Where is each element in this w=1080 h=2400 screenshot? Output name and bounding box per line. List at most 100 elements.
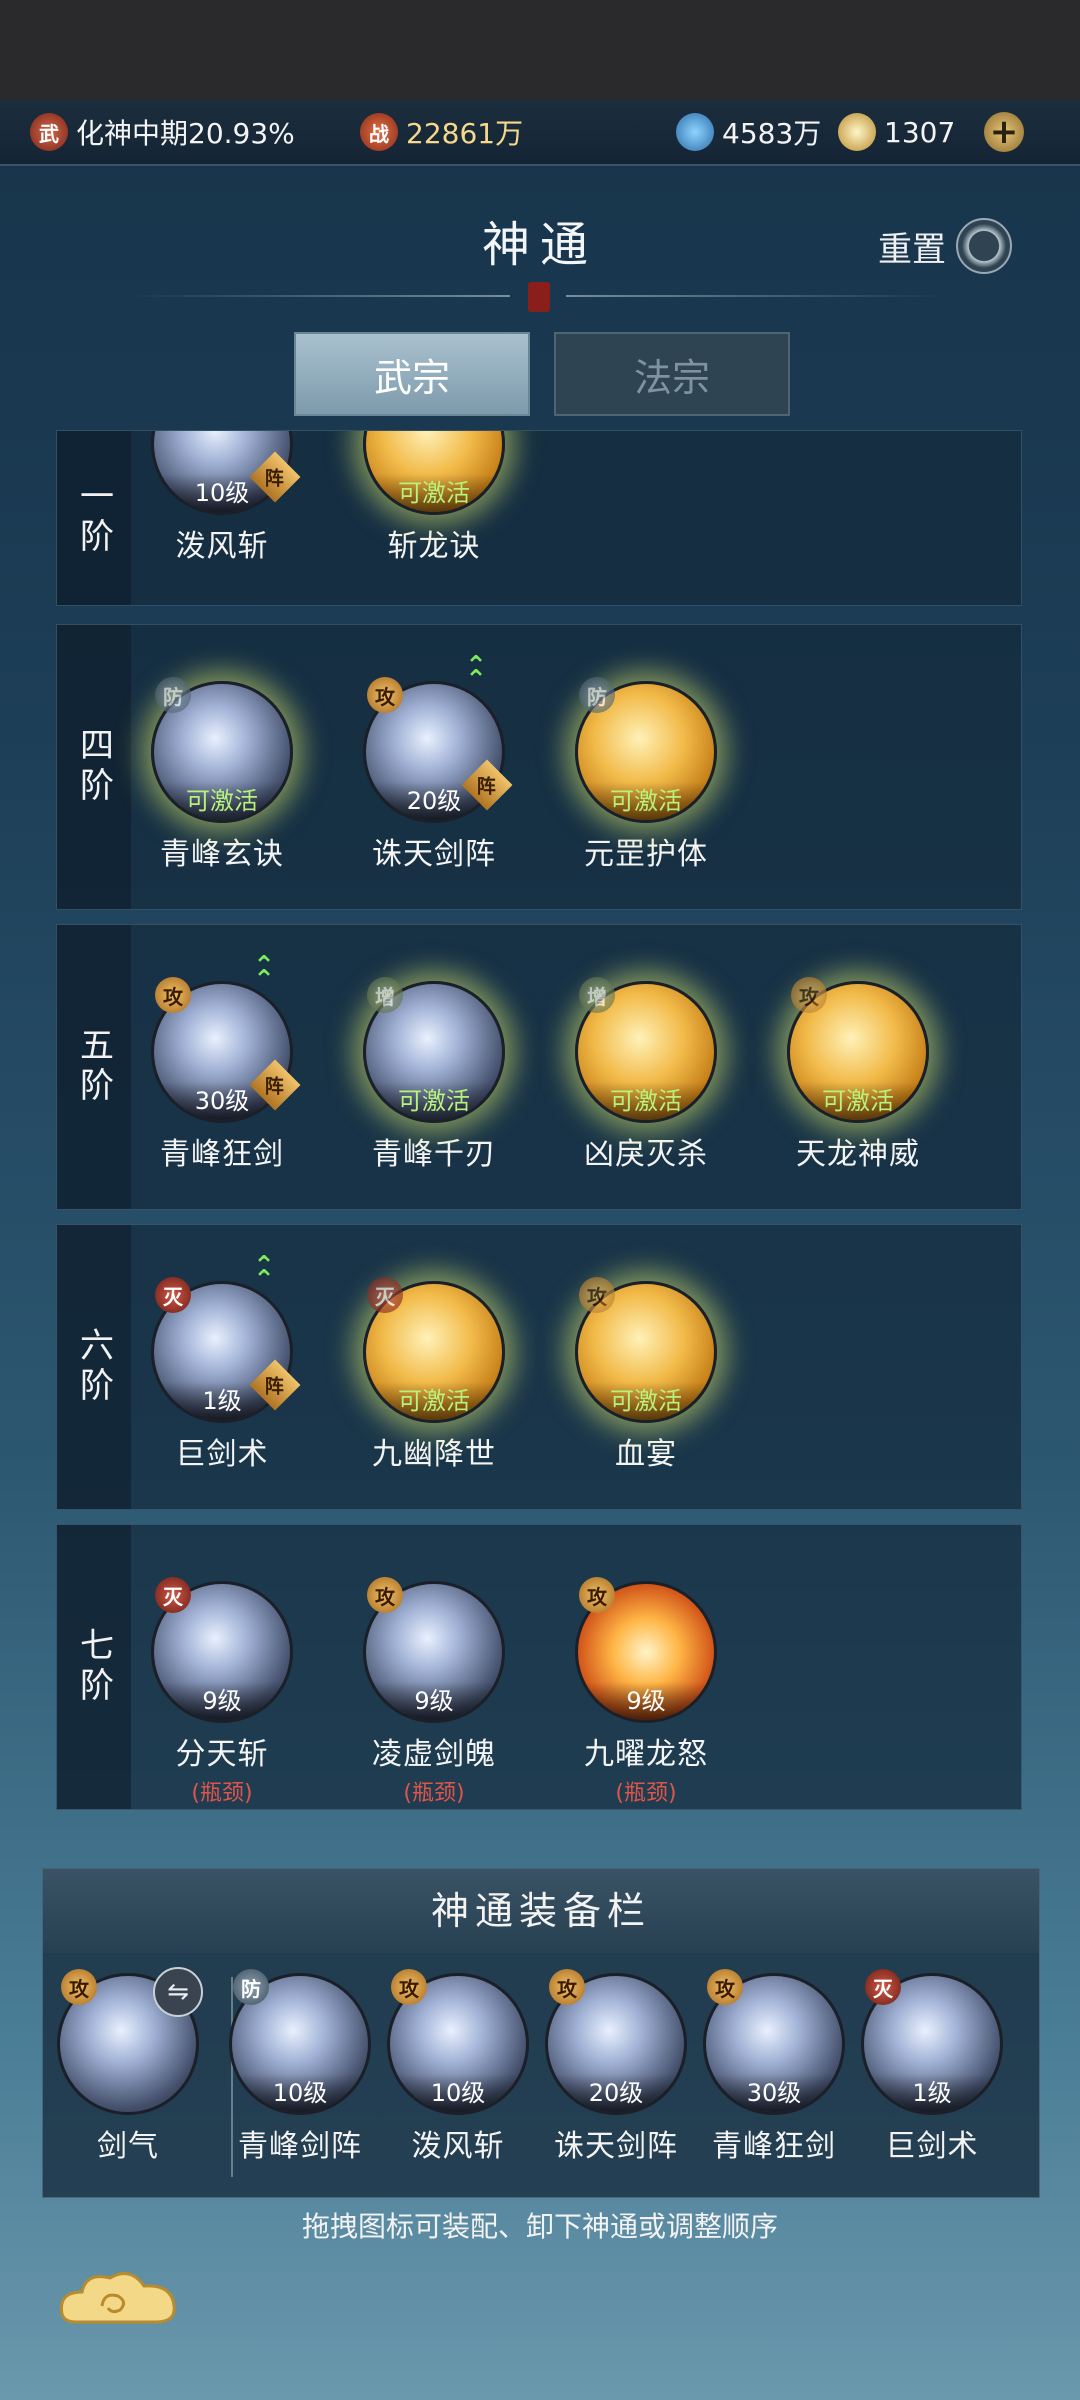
plus-icon[interactable]: + xyxy=(984,112,1024,152)
tier-label-text: 五阶 xyxy=(73,1027,114,1107)
equip-slot[interactable]: 30级 攻青峰狂剑 xyxy=(699,1969,849,2165)
tier-panel: 六阶 1级灭阵 ⌃ ⌃ 巨剑术 可激活灭九幽降世 可激活攻血宴 xyxy=(56,1224,1022,1510)
skill-type-badge: 攻 xyxy=(391,1969,427,2005)
skill-type-badge: 攻 xyxy=(61,1969,97,2005)
skill-name: 凶戾灭杀 xyxy=(584,1137,708,1172)
tier-label-text: 六阶 xyxy=(73,1327,114,1407)
equip-slot[interactable]: 10级 攻泼风斩 xyxy=(383,1969,533,2165)
martial-realm-icon: 武 xyxy=(30,113,68,151)
combat-power-display: 战 22861万 xyxy=(360,110,523,154)
skill-slot[interactable]: 可激活 防元罡护体 xyxy=(571,677,721,873)
skill-slot[interactable]: 可激活 防青峰玄诀 xyxy=(147,677,297,873)
tier-label: 五阶 xyxy=(57,925,131,1209)
skill-status: 可激活 xyxy=(366,1382,502,1420)
skill-slot[interactable]: 9级 攻九曜龙怒 (瓶颈) xyxy=(571,1577,721,1807)
skill-type-badge: 灭 xyxy=(865,1969,901,2005)
tier-label-text: 四阶 xyxy=(73,727,114,807)
skill-status: 9级 xyxy=(154,1682,290,1720)
skill-status: 9级 xyxy=(578,1682,714,1720)
skill-status: 9级 xyxy=(366,1682,502,1720)
skill-type-badge: 攻 xyxy=(579,1577,615,1613)
skill-type-badge: 防 xyxy=(579,677,615,713)
reset-button[interactable]: 重置 xyxy=(878,218,1012,274)
equipped-skill-name: 剑气 xyxy=(97,2129,159,2164)
drag-hint: 拖拽图标可装配、卸下神通或调整顺序 xyxy=(301,2210,778,2243)
skill-type-badge: 攻 xyxy=(367,1577,403,1613)
skill-type-badge: 攻 xyxy=(367,677,403,713)
equip-slot[interactable]: 攻 ⇋ 剑气 xyxy=(53,1967,203,2165)
skill-slot[interactable]: 可激活 增凶戾灭杀 xyxy=(571,977,721,1173)
tier-panel: 四阶 可激活防青峰玄诀 20级攻阵 ⌃ ⌃ 诛天剑阵 可激活 防元罡护体 xyxy=(56,624,1022,910)
skill-name: 泼风斩 xyxy=(175,529,269,564)
auspicious-cloud-icon[interactable] xyxy=(52,2262,182,2332)
reset-label[interactable]: 重置 xyxy=(878,222,946,271)
skill-slot[interactable]: 9级 攻凌虚剑魄 (瓶颈) xyxy=(359,1577,509,1807)
equipped-skill-level: 30级 xyxy=(706,2074,842,2112)
tab-fazong[interactable]: 法宗 xyxy=(554,332,790,416)
skill-type-badge: 增 xyxy=(579,977,615,1013)
skill-name: 青峰狂剑 xyxy=(160,1137,284,1172)
skill-slot[interactable]: 可激活 灭九幽降世 xyxy=(359,1277,509,1473)
skill-name: 青峰玄诀 xyxy=(160,837,284,872)
equipped-skill-name: 青峰狂剑 xyxy=(712,2129,836,2164)
spirit-crystal-icon xyxy=(676,113,714,151)
equipped-skill-level: 10级 xyxy=(390,2074,526,2112)
skill-slot[interactable]: 可激活 攻血宴 xyxy=(571,1277,721,1473)
skill-status: 可激活 xyxy=(154,782,290,820)
skill-slot[interactable]: 30级攻阵 ⌃ ⌃ 青峰狂剑 xyxy=(147,953,301,1173)
skill-status: 可激活 xyxy=(578,1082,714,1120)
add-currency-button[interactable]: + xyxy=(984,110,1024,154)
equip-slot[interactable]: 10级 防青峰剑阵 xyxy=(225,1969,375,2165)
title-divider-right xyxy=(566,295,946,297)
equipped-skill-name: 泼风斩 xyxy=(411,2129,505,2164)
tab-wuzong[interactable]: 武宗 xyxy=(294,332,530,416)
upgrade-arrow-icon: ⌃ ⌃ xyxy=(253,951,275,995)
tier-panel: 一阶 10级阵泼风斩 可激活 斩龙诀 xyxy=(56,430,1022,606)
refresh-swirl-icon[interactable] xyxy=(956,218,1012,274)
swap-icon[interactable]: ⇋ xyxy=(153,1967,203,2017)
skill-slot[interactable]: 10级阵泼风斩 xyxy=(147,431,301,565)
tier-label: 一阶 xyxy=(57,431,131,605)
resource-bar: 武 化神中期20.93% 战 22861万 4583万 1307 + xyxy=(0,100,1080,166)
bottleneck-label: (瓶颈) xyxy=(615,1781,677,1806)
skill-type-badge: 攻 xyxy=(155,977,191,1013)
equip-panel: 神通装备栏 攻 ⇋ 剑气 10级 防青峰剑阵 10级 攻泼风斩 20级 攻诛天剑阵 30级 攻青峰狂… xyxy=(42,1868,1040,2198)
title-divider-left xyxy=(130,295,510,297)
skill-status: 可激活 xyxy=(578,1382,714,1420)
skill-status: 可激活 xyxy=(366,474,502,512)
skill-name: 元罡护体 xyxy=(584,837,708,872)
equip-slot[interactable]: 1级 灭巨剑术 xyxy=(857,1969,1007,2165)
equipped-skill-name: 巨剑术 xyxy=(885,2129,979,2164)
equip-slot[interactable]: 20级 攻诛天剑阵 xyxy=(541,1969,691,2165)
skill-name: 血宴 xyxy=(615,1437,677,1472)
spirit-value: 1307 xyxy=(884,115,956,149)
crystal-display: 4583万 xyxy=(676,110,821,154)
skill-slot[interactable]: 20级攻阵 ⌃ ⌃ 诛天剑阵 xyxy=(359,653,513,873)
skill-type-badge: 攻 xyxy=(707,1969,743,2005)
skill-name: 青峰千刃 xyxy=(372,1137,496,1172)
skill-type-badge: 灭 xyxy=(155,1277,191,1313)
skill-slot[interactable]: 可激活 斩龙诀 xyxy=(359,431,509,565)
equipped-skill-name: 青峰剑阵 xyxy=(238,2129,362,2164)
formation-badge-text: 阵 xyxy=(265,467,285,490)
skill-slot[interactable]: 可激活增青峰千刃 xyxy=(359,977,509,1173)
skill-name: 诛天剑阵 xyxy=(372,837,496,872)
combat-power-value: 22861万 xyxy=(406,117,524,150)
spirit-display: 1307 xyxy=(838,110,955,154)
skill-slot[interactable]: 9级 灭分天斩 (瓶颈) xyxy=(147,1577,297,1807)
upgrade-arrow-icon: ⌃ ⌃ xyxy=(253,1251,275,1295)
equipped-skill-level: 20级 xyxy=(548,2074,684,2112)
skill-icon[interactable]: 可激活 xyxy=(363,431,505,515)
skill-status: 可激活 xyxy=(790,1082,926,1120)
skill-type-badge: 防 xyxy=(233,1969,269,2005)
skill-type-badge: 攻 xyxy=(791,977,827,1013)
skill-slot[interactable]: 可激活 攻天龙神威 xyxy=(783,977,933,1173)
tier-panel: 五阶 30级攻阵 ⌃ ⌃ 青峰狂剑 可激活增青峰千刃 可激活增凶戾灭杀 可激活攻天龙神威 xyxy=(56,924,1022,1210)
tier-panel: 七阶 9级 灭分天斩 (瓶颈) 9级 攻凌虚剑魄 (瓶颈) 9级 攻九曜龙怒 (瓶颈) xyxy=(56,1524,1022,1810)
tier-label-text: 一阶 xyxy=(73,478,114,558)
skill-slot[interactable]: 1级灭阵 ⌃ ⌃ 巨剑术 xyxy=(147,1253,301,1473)
tier-label: 七阶 xyxy=(57,1525,131,1809)
realm-text: 化神中期20.93% xyxy=(76,117,295,150)
skill-status: 可激活 xyxy=(578,782,714,820)
formation-badge-text: 阵 xyxy=(265,1075,285,1098)
